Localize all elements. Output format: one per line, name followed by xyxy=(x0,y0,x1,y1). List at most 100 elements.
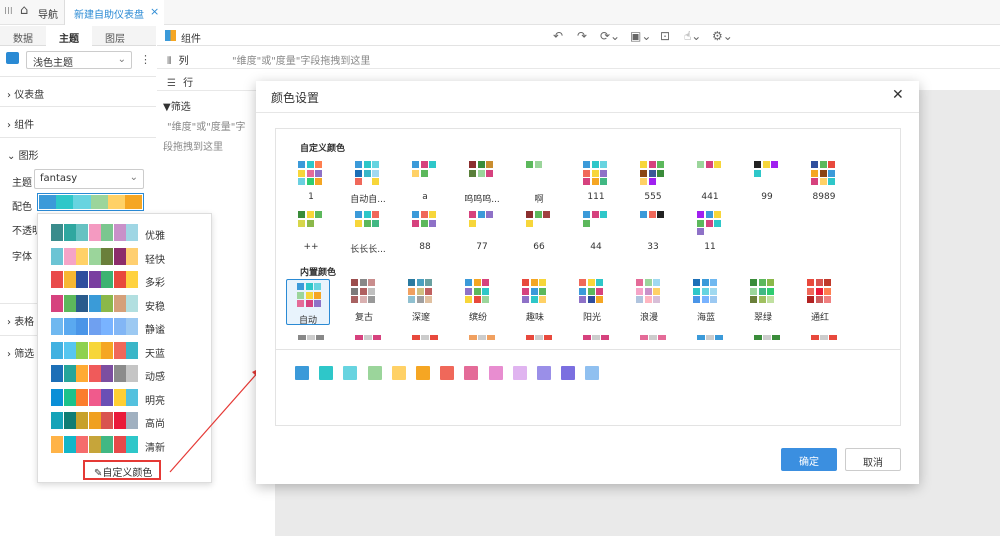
palette-tile[interactable]: 自动自... xyxy=(347,161,387,206)
cancel-button[interactable]: 取消 xyxy=(845,448,901,471)
palette-swatch xyxy=(372,161,379,168)
palette-tile[interactable]: 44 xyxy=(575,211,615,256)
palette-swatch xyxy=(107,195,125,209)
section-component[interactable]: › 组件 xyxy=(0,106,156,136)
palette-swatch xyxy=(579,287,586,295)
redo-icon[interactable]: ↷ xyxy=(577,29,587,43)
palette-swatch xyxy=(101,294,113,312)
left-panel-tabs: 数据 主题 图层 xyxy=(0,26,156,46)
refresh-icon[interactable]: ⟳⌄ xyxy=(600,29,620,43)
tab-theme[interactable]: 主题 xyxy=(46,26,92,46)
selected-color-swatch[interactable] xyxy=(488,366,503,380)
tab-data[interactable]: 数据 xyxy=(0,26,46,46)
palette-select[interactable] xyxy=(37,193,144,211)
palette-swatch xyxy=(51,318,63,335)
palette-tile[interactable]: ++ xyxy=(290,211,330,256)
palette-preview xyxy=(583,161,609,187)
close-icon[interactable]: ✕ xyxy=(892,87,904,103)
selected-color-swatch[interactable] xyxy=(561,366,576,380)
palette-tile[interactable]: 88 xyxy=(404,211,444,256)
palette-tile[interactable]: 11 xyxy=(689,211,729,256)
section-dashboard[interactable]: › 仪表盘 xyxy=(0,76,156,106)
palette-preview xyxy=(408,279,434,305)
selected-color-swatch[interactable] xyxy=(464,366,479,380)
palette-tile[interactable]: 长长长... xyxy=(347,211,387,256)
selected-color-swatch[interactable] xyxy=(537,366,551,380)
palette-tile[interactable]: 缤纷 xyxy=(457,279,497,324)
custom-color-button[interactable]: ✎自定义颜色 xyxy=(83,460,161,480)
palette-option[interactable]: 优雅 xyxy=(51,224,201,242)
selected-color-swatch[interactable] xyxy=(391,366,406,380)
selected-color-swatch[interactable] xyxy=(319,366,334,380)
palette-tile[interactable]: 阳光 xyxy=(571,279,611,324)
palette-option[interactable]: 多彩 xyxy=(51,271,201,289)
palette-tile[interactable]: 1 xyxy=(290,161,330,206)
palette-tile[interactable]: 66 xyxy=(518,211,558,256)
hand-icon[interactable]: ☝⌄ xyxy=(684,29,701,43)
palette-swatch xyxy=(640,178,647,185)
palette-tile[interactable]: 浪漫 xyxy=(628,279,668,324)
selected-color-swatch[interactable] xyxy=(585,366,600,380)
confirm-button[interactable]: 确定 xyxy=(781,448,837,471)
palette-tile[interactable]: 自动 xyxy=(286,279,330,326)
palette-tile[interactable]: 33 xyxy=(632,211,672,256)
palette-swatch xyxy=(600,169,607,177)
palette-tile[interactable]: 趣味 xyxy=(514,279,554,324)
selected-color-swatch[interactable] xyxy=(295,366,309,380)
palette-option[interactable]: 安稳 xyxy=(51,294,201,313)
palette-tile[interactable]: 99 xyxy=(746,161,786,206)
palette-swatch xyxy=(762,161,770,168)
palette-tile[interactable]: 深邃 xyxy=(400,279,440,324)
settings-icon[interactable]: ⚙⌄ xyxy=(712,29,733,43)
palette-swatch xyxy=(298,211,305,218)
nav-label[interactable]: 导航 xyxy=(38,6,58,21)
section-graphics[interactable]: ⌄ 图形 xyxy=(0,137,156,167)
palette-tile[interactable]: 通红 xyxy=(799,279,839,324)
save-icon[interactable]: ▣⌄ xyxy=(630,29,651,43)
palette-preview xyxy=(754,161,780,187)
palette-swatch xyxy=(828,169,835,177)
palette-swatch xyxy=(600,178,607,185)
palette-swatch xyxy=(815,287,823,295)
palette-swatch xyxy=(465,296,472,303)
home-icon[interactable]: ⌂ xyxy=(20,3,28,18)
grip-icon[interactable]: III xyxy=(4,6,13,17)
selected-color-swatch[interactable] xyxy=(512,366,527,380)
palette-tile[interactable]: 海蓝 xyxy=(685,279,725,324)
selected-color-swatch[interactable] xyxy=(343,366,358,380)
theme-select[interactable]: 浅色主题 ⌄ xyxy=(26,51,132,69)
palette-tile[interactable]: 啊 xyxy=(518,161,558,206)
palette-option[interactable]: 静谧 xyxy=(51,318,201,336)
palette-swatch xyxy=(465,287,472,295)
palette-tile[interactable]: 441 xyxy=(689,161,729,206)
palette-tile[interactable]: 翠绿 xyxy=(742,279,782,324)
palette-swatch xyxy=(644,296,652,303)
palette-swatch xyxy=(767,296,774,303)
more-icon[interactable]: ⋮ xyxy=(140,53,151,66)
palette-tile[interactable]: 77 xyxy=(461,211,501,256)
tab-dashboard[interactable]: 新建自助仪表盘 xyxy=(64,0,164,25)
palette-tile[interactable]: 8989 xyxy=(803,161,843,206)
columns-shelf[interactable]: ⦀ 列 "维度"或"度量"字段拖拽到这里 xyxy=(157,47,1000,69)
selected-color-swatch[interactable] xyxy=(416,366,430,380)
palette-tile[interactable]: 复古 xyxy=(343,279,383,324)
palette-option[interactable]: 天蓝 xyxy=(51,341,201,360)
preview-icon[interactable]: ⊡ xyxy=(660,29,670,43)
selected-color-swatch[interactable] xyxy=(367,366,382,380)
component-label[interactable]: 组件 xyxy=(181,30,201,45)
undo-icon[interactable]: ↶ xyxy=(553,29,563,43)
palette-swatch xyxy=(412,161,419,168)
palette-tile[interactable]: a xyxy=(404,161,444,206)
selected-color-swatch[interactable] xyxy=(440,366,455,380)
palette-swatch xyxy=(596,287,603,295)
graphics-theme-select[interactable]: fantasy ⌄ xyxy=(34,169,144,189)
palette-tile[interactable]: 111 xyxy=(575,161,615,206)
palette-swatch xyxy=(315,211,322,218)
graphics-theme-value: fantasy xyxy=(40,173,78,184)
palette-tile[interactable]: 呜呜呜... xyxy=(461,161,501,206)
palette-swatch xyxy=(298,169,305,177)
tab-layers[interactable]: 图层 xyxy=(92,26,138,46)
palette-option[interactable]: 轻快 xyxy=(51,247,201,266)
close-tab-icon[interactable]: × xyxy=(150,5,159,18)
palette-tile[interactable]: 555 xyxy=(632,161,672,206)
